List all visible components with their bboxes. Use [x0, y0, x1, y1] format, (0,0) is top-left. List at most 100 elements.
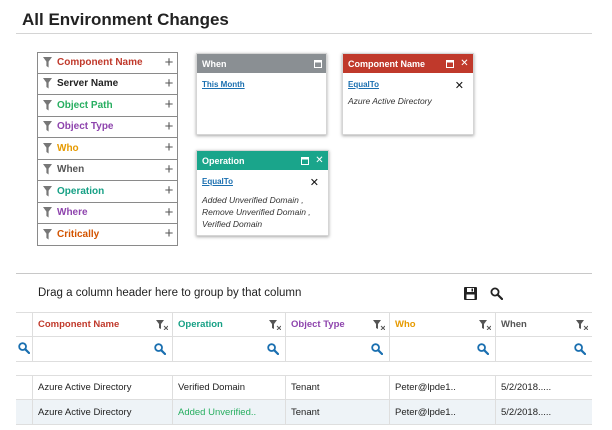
filter-label: When	[57, 164, 85, 176]
magnifier-icon[interactable]	[574, 343, 587, 358]
plus-icon[interactable]: +	[161, 205, 177, 220]
column-header[interactable]: Operation	[173, 313, 286, 336]
cell-text: Azure Active Directory	[38, 406, 132, 418]
filter-item[interactable]: Where +	[37, 202, 178, 224]
table-cell: 5/2/2018.....	[496, 376, 592, 399]
column-filter-icon[interactable]	[576, 320, 589, 333]
grid-header-row: Component Name Operation Object Type Who Whe…	[16, 312, 592, 337]
plus-icon[interactable]: +	[161, 76, 177, 91]
filter-label: Component Name	[57, 57, 143, 69]
table-row[interactable]: Azure Active Directory Verified Domain Ten…	[16, 375, 592, 400]
grid-search-row	[16, 337, 592, 362]
funnel-icon	[42, 121, 53, 133]
filter-item[interactable]: Who +	[37, 138, 178, 160]
plus-icon[interactable]: +	[161, 97, 177, 112]
column-search-input[interactable]	[286, 337, 390, 361]
filter-item[interactable]: Operation +	[37, 181, 178, 203]
cell-text: Verified Domain	[178, 382, 246, 393]
funnel-icon	[42, 185, 53, 197]
cell-text: Azure Active Directory	[38, 382, 132, 393]
grid-divider	[16, 273, 592, 274]
magnifier-icon[interactable]	[154, 343, 167, 358]
filter-label: Who	[57, 142, 79, 154]
column-search-input[interactable]	[173, 337, 286, 361]
grid-corner-cell	[16, 313, 33, 336]
title-divider	[16, 33, 592, 34]
column-header[interactable]: When	[496, 313, 592, 336]
close-icon[interactable]: ✕	[313, 154, 326, 167]
table-cell: Added Unverified..	[173, 400, 286, 424]
component-card-value: Azure Active Directory	[348, 96, 432, 106]
column-header[interactable]: Object Type	[286, 313, 390, 336]
funnel-icon	[42, 142, 53, 154]
column-search-input[interactable]	[33, 337, 173, 361]
filter-item[interactable]: When +	[37, 159, 178, 181]
cell-text: Tenant	[291, 406, 320, 418]
column-search-input[interactable]	[496, 337, 592, 361]
filter-item[interactable]: Critically +	[37, 224, 178, 246]
table-cell: Verified Domain	[173, 376, 286, 399]
remove-condition-close-icon[interactable]: ✕	[310, 176, 319, 189]
filter-item[interactable]: Object Type +	[37, 116, 178, 138]
column-search-input[interactable]	[390, 337, 496, 361]
column-filter-icon[interactable]	[479, 320, 492, 333]
column-filter-icon[interactable]	[156, 320, 169, 333]
column-header-label: When	[501, 319, 527, 330]
column-header-label: Component Name	[38, 319, 120, 330]
magnifier-icon[interactable]	[371, 343, 384, 358]
filter-item[interactable]: Object Path +	[37, 95, 178, 117]
column-header[interactable]: Who	[390, 313, 496, 336]
column-header[interactable]: Component Name	[33, 313, 173, 336]
magnifier-icon	[18, 341, 31, 357]
changes-grid: Component Name Operation Object Type Who Whe…	[16, 312, 592, 425]
magnifier-icon[interactable]	[490, 287, 504, 305]
row-marker	[16, 376, 33, 399]
plus-icon[interactable]: +	[161, 55, 177, 70]
plus-icon[interactable]: +	[161, 119, 177, 134]
component-equalto-link[interactable]: EqualTo	[348, 80, 379, 89]
maximize-icon[interactable]	[443, 57, 456, 70]
plus-icon[interactable]: +	[161, 140, 177, 155]
table-row[interactable]: Azure Active Directory Added Unverified..…	[16, 400, 592, 425]
filter-label: Object Type	[57, 121, 114, 133]
magnifier-icon[interactable]	[267, 343, 280, 358]
operation-card-body: EqualTo Added Unverified Domain , Remove…	[197, 170, 328, 236]
funnel-icon	[42, 228, 53, 240]
table-cell: Peter@lpde1..	[390, 376, 496, 399]
table-cell: Azure Active Directory	[33, 376, 173, 399]
group-by-panel[interactable]: Drag a column header here to group by th…	[38, 287, 301, 299]
plus-icon[interactable]: +	[161, 162, 177, 177]
component-card-title: Component Name	[348, 58, 426, 69]
row-marker	[16, 400, 33, 424]
close-icon[interactable]: ✕	[458, 57, 471, 70]
filter-item[interactable]: Component Name +	[37, 52, 178, 74]
table-cell: Tenant	[286, 376, 390, 399]
funnel-icon	[42, 99, 53, 111]
table-cell: Azure Active Directory	[33, 400, 173, 424]
magnifier-icon[interactable]	[477, 343, 490, 358]
filter-label: Where	[57, 207, 88, 219]
column-filter-icon[interactable]	[373, 320, 386, 333]
funnel-icon	[42, 164, 53, 176]
remove-condition-close-icon[interactable]: ✕	[455, 79, 464, 92]
cell-text: Tenant	[291, 382, 320, 393]
filter-item[interactable]: Server Name +	[37, 73, 178, 95]
table-cell: Tenant	[286, 400, 390, 424]
filter-label: Critically	[57, 228, 100, 240]
grid-spacer	[16, 362, 592, 375]
column-filter-icon[interactable]	[269, 320, 282, 333]
component-filter-card: Component Name ✕ ✕ EqualTo Azure Active …	[342, 53, 474, 135]
when-this-month-link[interactable]: This Month	[202, 80, 245, 89]
floppy-disk-icon[interactable]	[464, 287, 477, 305]
operation-equalto-link[interactable]: EqualTo	[202, 177, 233, 186]
search-row-marker	[16, 337, 33, 361]
table-cell: 5/2/2018.....	[496, 400, 592, 424]
maximize-icon[interactable]	[298, 154, 311, 167]
plus-icon[interactable]: +	[161, 226, 177, 241]
operation-card-value: Added Unverified Domain , Remove Unverif…	[202, 195, 311, 229]
filter-label: Operation	[57, 185, 105, 197]
when-card-body: This Month	[197, 73, 326, 95]
maximize-icon[interactable]	[311, 57, 324, 70]
when-card-title: When	[202, 58, 227, 69]
plus-icon[interactable]: +	[161, 183, 177, 198]
